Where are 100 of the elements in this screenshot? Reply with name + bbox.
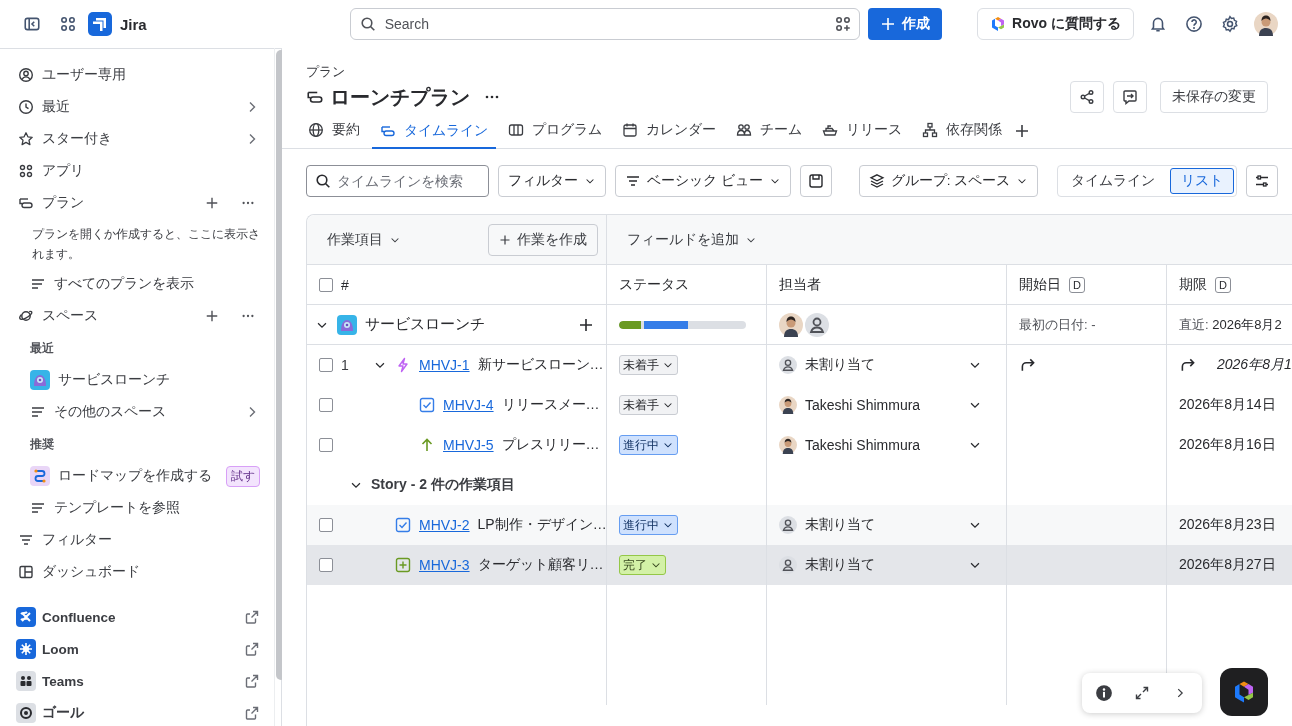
sidebar-item[interactable]: プラン bbox=[18, 194, 84, 212]
status-dropdown[interactable]: 完了 bbox=[619, 555, 666, 575]
sidebar-item[interactable]: すべてのプランを表示 bbox=[18, 268, 260, 300]
rolled-up-arrow-icon bbox=[1179, 356, 1197, 374]
page-title: ローンチプラン bbox=[330, 84, 470, 110]
plus-icon bbox=[205, 309, 219, 323]
unsaved-changes-button[interactable]: 未保存の変更 bbox=[1160, 81, 1268, 113]
share-icon bbox=[1079, 89, 1095, 105]
rovo-button[interactable]: Rovo に質問する bbox=[977, 8, 1134, 40]
issue-key-link[interactable]: MHVJ-2 bbox=[419, 517, 470, 533]
sidebar-item[interactable]: Loom bbox=[16, 633, 260, 665]
checkbox[interactable] bbox=[319, 398, 333, 412]
create-work-button[interactable]: 作業を作成 bbox=[488, 223, 598, 256]
external-link-icon bbox=[244, 673, 260, 689]
column-header[interactable]: 期限 bbox=[1179, 275, 1207, 294]
search-field[interactable]: Search bbox=[349, 8, 860, 40]
sidebar-item[interactable]: スペース bbox=[18, 307, 98, 325]
search-field[interactable]: タイムラインを検索 bbox=[306, 165, 489, 197]
column-header[interactable]: ステータス bbox=[619, 275, 689, 294]
breadcrumb[interactable]: プラン bbox=[282, 48, 1292, 81]
sidebar-item[interactable]: フィルター bbox=[18, 524, 260, 556]
checkbox[interactable] bbox=[319, 358, 333, 372]
checkbox[interactable] bbox=[319, 518, 333, 532]
roadmap-icon bbox=[30, 466, 50, 486]
sidebar-item[interactable]: テンプレートを参照 bbox=[18, 492, 260, 524]
checkbox-task-icon bbox=[419, 397, 435, 413]
view-settings-button[interactable] bbox=[1246, 165, 1279, 197]
issue-key-link[interactable]: MHVJ-1 bbox=[419, 357, 470, 373]
tab[interactable]: タイムライン bbox=[372, 114, 496, 149]
add-field-dropdown[interactable]: フィールドを追加 bbox=[627, 230, 757, 249]
sidebar-item[interactable]: ユーザー専用 bbox=[18, 59, 260, 91]
view-toggle[interactable]: タイムライン bbox=[1060, 168, 1167, 194]
issue-key-link[interactable]: MHVJ-4 bbox=[443, 397, 494, 413]
view-dropdown[interactable]: ベーシック ビュー bbox=[615, 165, 791, 197]
sidebar-item[interactable]: Confluence bbox=[16, 601, 260, 633]
checkbox[interactable] bbox=[319, 558, 333, 572]
unassigned-avatar-icon bbox=[779, 516, 797, 534]
view-toggle[interactable]: リスト bbox=[1170, 168, 1235, 194]
loom-app-icon bbox=[16, 639, 36, 659]
column-header[interactable]: # bbox=[341, 276, 349, 293]
column-header[interactable]: 担当者 bbox=[779, 275, 821, 294]
sidebar-item[interactable]: サービスローンチ bbox=[18, 364, 260, 396]
unassigned-avatar-icon bbox=[779, 556, 797, 574]
due-date-summary: 直近: 2026年8月2 bbox=[1179, 315, 1282, 334]
add-button[interactable] bbox=[578, 316, 594, 333]
add-apps-icon bbox=[833, 15, 852, 33]
due-date: 2026年8月1 bbox=[1217, 356, 1292, 374]
create-button[interactable]: 作成 bbox=[867, 8, 942, 40]
expand-icon bbox=[1134, 685, 1150, 701]
sidebar-item[interactable]: アプリ bbox=[18, 155, 260, 187]
group-dropdown[interactable]: グループ: スペース bbox=[858, 165, 1039, 197]
issue-key-link[interactable]: MHVJ-5 bbox=[443, 437, 494, 453]
present-button[interactable] bbox=[1113, 81, 1147, 113]
work-items-dropdown[interactable]: 作業項目 bbox=[327, 230, 401, 249]
start-date-summary: 最初の日付: - bbox=[1019, 315, 1096, 334]
issue-key-link[interactable]: MHVJ-3 bbox=[419, 557, 470, 573]
sidebar-icon bbox=[23, 15, 41, 33]
sidebar-item[interactable]: Teams bbox=[16, 665, 260, 697]
due-date: 2026年8月14日 bbox=[1179, 396, 1276, 414]
jira-logo-icon bbox=[88, 12, 112, 36]
checkbox[interactable] bbox=[319, 277, 333, 292]
status-dropdown[interactable]: 進行中 bbox=[619, 435, 678, 455]
confluence-app-icon bbox=[16, 607, 36, 627]
issue-summary: ターゲット顧客リ… bbox=[477, 556, 604, 574]
user-icon bbox=[18, 67, 34, 83]
tab[interactable]: リリース bbox=[814, 114, 910, 148]
assignee-name: 未割り当て bbox=[805, 356, 876, 374]
sidebar-item[interactable]: スター付き bbox=[18, 123, 260, 155]
status-dropdown[interactable]: 未着手 bbox=[619, 395, 678, 415]
assignee-name: 未割り当て bbox=[805, 516, 876, 534]
filter-dropdown[interactable]: フィルター bbox=[498, 165, 606, 197]
columns-icon bbox=[508, 122, 524, 138]
sidebar-item[interactable]: ダッシュボード bbox=[18, 556, 260, 588]
profile-button[interactable] bbox=[1252, 10, 1280, 38]
save-view-button[interactable] bbox=[799, 165, 832, 197]
app-grid-icon bbox=[59, 15, 77, 33]
share-button[interactable] bbox=[1070, 81, 1104, 113]
boat-icon bbox=[822, 122, 838, 138]
lines-icon bbox=[625, 173, 641, 189]
rovo-chat-button[interactable] bbox=[1220, 668, 1268, 716]
globe-icon bbox=[308, 122, 324, 138]
sidebar-item[interactable]: 最近 bbox=[18, 91, 260, 123]
teams-app-icon bbox=[16, 671, 36, 691]
external-link-icon bbox=[244, 641, 260, 657]
status-dropdown[interactable]: 進行中 bbox=[619, 515, 678, 535]
due-date: 2026年8月23日 bbox=[1179, 516, 1276, 534]
sidebar-item[interactable]: その他のスペース bbox=[18, 396, 260, 428]
tab[interactable]: プログラム bbox=[500, 114, 610, 148]
issue-summary: プレスリリー… bbox=[501, 436, 600, 454]
sidebar-item[interactable]: ゴール bbox=[16, 697, 260, 726]
tab[interactable]: 要約 bbox=[300, 114, 368, 148]
tab[interactable]: 依存関係 bbox=[914, 114, 1010, 148]
tab[interactable]: チーム bbox=[728, 114, 810, 148]
status-dropdown[interactable]: 未着手 bbox=[619, 355, 678, 375]
sidebar-item[interactable]: ロードマップを作成する bbox=[30, 466, 212, 486]
column-header[interactable]: 開始日 bbox=[1019, 275, 1061, 294]
checkbox[interactable] bbox=[319, 438, 333, 452]
info-icon bbox=[1095, 684, 1113, 702]
tab[interactable]: カレンダー bbox=[614, 114, 724, 148]
space-name: サービスローンチ bbox=[365, 315, 486, 334]
